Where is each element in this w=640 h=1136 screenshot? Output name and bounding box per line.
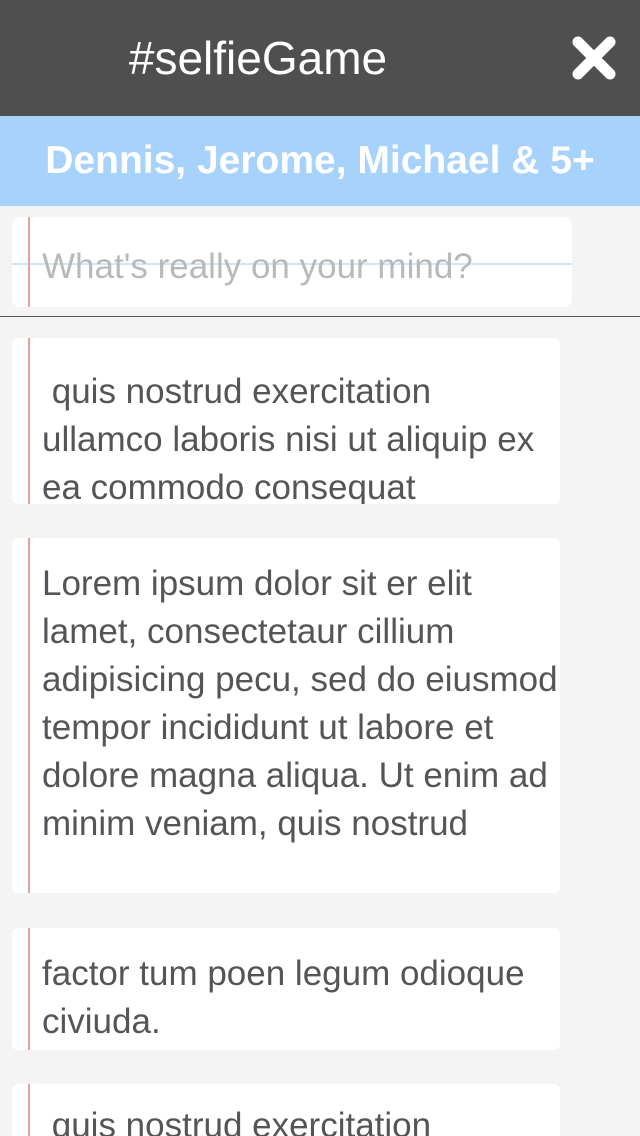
note-card[interactable]: quis nostrud exercitation <box>12 1084 560 1136</box>
note-text: factor tum poen legum odioque civiuda. <box>42 954 535 1041</box>
note-text: quis nostrud exercitation ullamco labori… <box>42 372 544 504</box>
compose-card <box>12 217 572 307</box>
app-screen: #selfieGame Dennis, Jerome, Michael & 5+… <box>0 0 640 1136</box>
note-text: Lorem ipsum dolor sit er elit lamet, con… <box>42 564 558 843</box>
note-card[interactable]: Lorem ipsum dolor sit er elit lamet, con… <box>12 538 560 893</box>
margin-line <box>28 538 30 893</box>
compose-input[interactable] <box>42 243 562 291</box>
divider <box>0 316 640 317</box>
page-title: #selfieGame <box>128 32 388 84</box>
close-x-icon <box>572 36 616 80</box>
margin-line <box>28 1084 30 1136</box>
margin-line <box>28 338 30 504</box>
note-text: quis nostrud exercitation <box>42 1106 432 1136</box>
close-button[interactable] <box>566 30 622 86</box>
participants-label: Dennis, Jerome, Michael & 5+ <box>45 139 595 182</box>
participants-bar[interactable]: Dennis, Jerome, Michael & 5+ <box>0 116 640 206</box>
note-card[interactable]: quis nostrud exercitation ullamco labori… <box>12 338 560 504</box>
note-card[interactable]: factor tum poen legum odioque civiuda. <box>12 928 560 1050</box>
top-bar: #selfieGame <box>0 0 640 116</box>
margin-line <box>28 217 30 307</box>
margin-line <box>28 928 30 1050</box>
